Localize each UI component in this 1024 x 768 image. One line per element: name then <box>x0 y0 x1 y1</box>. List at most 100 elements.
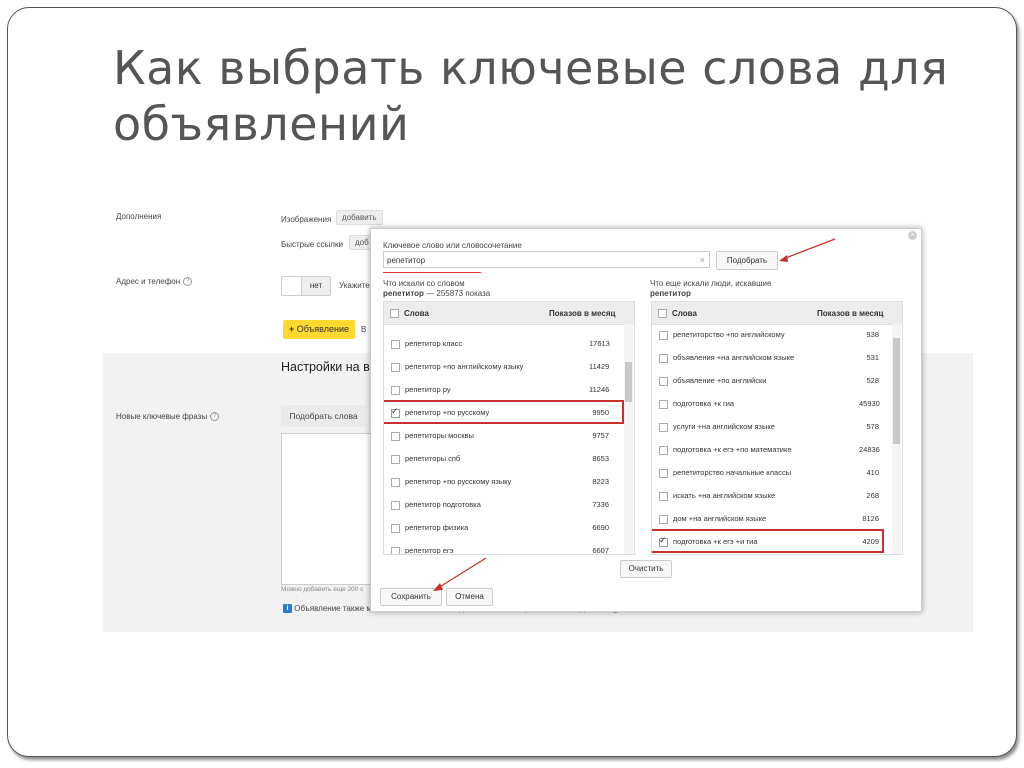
pick-button[interactable]: Подобрать <box>716 251 778 270</box>
row-word: репетитор подготовка <box>405 500 481 509</box>
table-row[interactable]: репетитор +по русскому9950 <box>384 400 634 424</box>
images-label: Изображения <box>281 215 332 224</box>
table-row[interactable]: объявление +по английски 528 <box>652 370 902 392</box>
select-all-checkbox[interactable] <box>390 309 399 318</box>
row-checkbox[interactable] <box>391 432 400 441</box>
row-word: репетитор класс <box>405 339 463 348</box>
row-count: 268 <box>866 491 879 500</box>
row-count: 24836 <box>859 445 880 454</box>
table-row[interactable]: репетитор физика 6690 <box>384 517 634 539</box>
row-checkbox[interactable] <box>391 524 400 533</box>
right-scrollbar[interactable] <box>892 324 901 554</box>
row-checkbox[interactable] <box>659 492 668 501</box>
right-words-panel: Слова Показов в месяц репетиторство +по … <box>651 301 903 555</box>
row-checkbox[interactable] <box>659 446 668 455</box>
help-icon[interactable]: ? <box>210 412 220 422</box>
row-count: 578 <box>866 422 879 431</box>
table-row[interactable]: репетитор ру 11246 <box>384 379 634 401</box>
table-row[interactable]: подготовка +к егэ +по математике 24836 <box>652 439 902 461</box>
row-count: 8126 <box>862 514 879 523</box>
table-row[interactable]: репетитор класс 17613 <box>384 333 634 355</box>
table-row[interactable]: репетитор +по английскому языку 11429 <box>384 356 634 378</box>
row-word: объявления +на английском языке <box>673 353 795 362</box>
selected-row-highlight <box>384 400 624 424</box>
row-checkbox[interactable] <box>391 501 400 510</box>
help-icon[interactable]: ? <box>183 277 193 287</box>
table-row[interactable]: репетиторство +по английскому 938 <box>652 324 902 346</box>
row-checkbox[interactable] <box>391 340 400 349</box>
right-panel-header: Слова Показов в месяц <box>652 302 902 325</box>
new-phrases-label: Новые ключевые фразы? <box>116 412 220 422</box>
clear-button[interactable]: Очистить <box>620 560 672 578</box>
row-word: репетитор +по английскому языку <box>405 362 524 371</box>
row-checkbox[interactable] <box>391 363 400 372</box>
close-icon[interactable]: × <box>908 231 917 240</box>
row-word: репетитор физика <box>405 523 469 532</box>
row-count: 45930 <box>859 399 880 408</box>
toggle-no[interactable]: нет <box>301 277 330 295</box>
row-word: подготовка +к егэ +по математике <box>673 445 792 454</box>
table-row[interactable]: репетиторы москвы 9757 <box>384 425 634 447</box>
row-checkbox[interactable] <box>659 423 668 432</box>
row-checkbox[interactable] <box>391 386 400 395</box>
row-word: репетиторы спб <box>405 454 461 463</box>
table-row[interactable]: услуги +на английском языке 578 <box>652 416 902 438</box>
images-add-button[interactable]: добавить <box>336 210 383 225</box>
table-row[interactable]: репетиторы спб 8653 <box>384 448 634 470</box>
row-word: репетитор егэ <box>405 546 454 555</box>
pick-words-button[interactable]: Подобрать слова <box>281 405 366 427</box>
ad-hint: В <box>361 325 367 334</box>
row-count: 11429 <box>589 362 610 371</box>
add-ad-button[interactable]: + Объявление <box>283 320 355 339</box>
row-word: репетиторство начальные классы <box>673 468 792 477</box>
settings-heading: Настройки на в <box>281 360 370 374</box>
row-count: 7336 <box>592 500 609 509</box>
table-row[interactable]: объявления +на английском языке 531 <box>652 347 902 369</box>
table-row[interactable]: репетиторство начальные классы 410 <box>652 462 902 484</box>
select-all-checkbox[interactable] <box>658 309 667 318</box>
row-checkbox[interactable] <box>659 515 668 524</box>
selected-row-highlight <box>652 529 884 553</box>
row-word: репетитор ру <box>405 385 451 394</box>
screenshot-area: Дополнения Изображения добавить Быстрые … <box>103 200 973 632</box>
row-word: репетитор +по русскому языку <box>405 477 512 486</box>
row-word: репетиторство +по английскому <box>673 330 785 339</box>
row-checkbox[interactable] <box>659 331 668 340</box>
can-add-hint: Можно добавить еще 200 с <box>281 586 364 593</box>
address-hint: Укажите <box>339 281 370 290</box>
row-count: 11246 <box>589 385 610 394</box>
clear-input-icon[interactable]: × <box>700 252 705 269</box>
table-row[interactable]: дом +на английском языке 8126 <box>652 508 902 530</box>
arrow-to-pick-icon <box>779 238 836 262</box>
left-caption: Что искали со словом репетитор — 255873 … <box>383 279 491 298</box>
table-row[interactable]: репетитор егэ 6607 <box>384 540 634 555</box>
keyword-input[interactable]: репетитор × <box>383 251 710 268</box>
col-words: Слова <box>672 309 697 318</box>
table-row[interactable]: репетитор подготовка 7336 <box>384 494 634 516</box>
row-word: дом +на английском языке <box>673 514 767 523</box>
row-checkbox[interactable] <box>659 400 668 409</box>
row-checkbox[interactable] <box>659 377 668 386</box>
row-checkbox[interactable] <box>391 478 400 487</box>
left-scrollbar[interactable] <box>624 324 633 554</box>
row-word: искать +на английском языке <box>673 491 776 500</box>
row-word: услуги +на английском языке <box>673 422 775 431</box>
row-checkbox[interactable] <box>391 547 400 554</box>
arrow-to-save-icon <box>433 557 487 591</box>
address-toggle[interactable]: нет <box>281 276 331 296</box>
table-row[interactable]: искать +на английском языке 268 <box>652 485 902 507</box>
row-count: 9757 <box>592 431 609 440</box>
table-row[interactable]: подготовка +к гиа 45930 <box>652 393 902 415</box>
left-scroll-thumb[interactable] <box>625 362 632 402</box>
row-count: 528 <box>866 376 879 385</box>
row-count: 8223 <box>592 477 609 486</box>
row-count: 410 <box>866 468 879 477</box>
row-checkbox[interactable] <box>659 354 668 363</box>
col-shows: Показов в месяц <box>549 309 616 318</box>
row-checkbox[interactable] <box>659 469 668 478</box>
phrases-textarea[interactable] <box>281 433 373 585</box>
row-checkbox[interactable] <box>391 455 400 464</box>
table-row[interactable]: подготовка +к егэ +и гиа4209 <box>652 529 902 553</box>
table-row[interactable]: репетитор +по русскому языку 8223 <box>384 471 634 493</box>
right-scroll-thumb[interactable] <box>893 338 900 444</box>
